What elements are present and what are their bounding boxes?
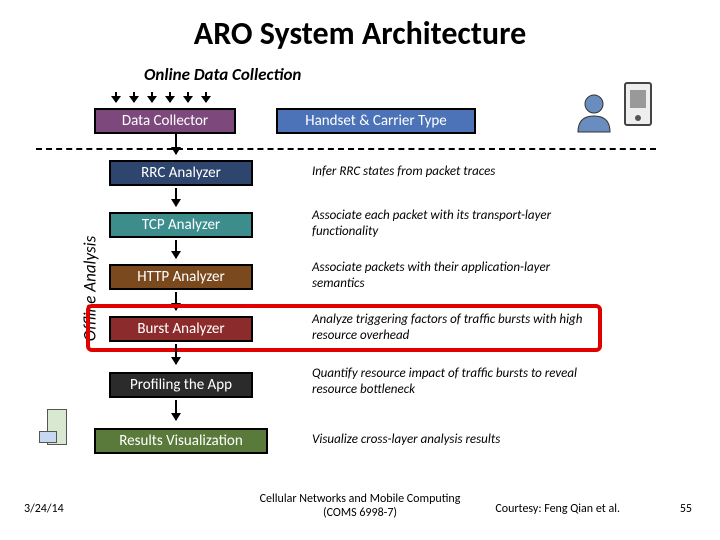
desc-tcp: Associate each packet with its transport… bbox=[312, 208, 602, 239]
box-label: Data Collector bbox=[122, 112, 208, 130]
user-icon bbox=[572, 90, 616, 134]
box-http-analyzer: HTTP Analyzer bbox=[109, 264, 253, 290]
box-data-collector: Data Collector bbox=[94, 108, 236, 134]
desc-profiling: Quantify resource impact of traffic burs… bbox=[312, 366, 612, 397]
slide-title: ARO System Architecture bbox=[0, 14, 720, 53]
server-icon bbox=[39, 409, 73, 459]
box-label: RRC Analyzer bbox=[141, 164, 221, 182]
box-handset-carrier: Handset & Carrier Type bbox=[276, 108, 476, 134]
desc-results: Visualize cross-layer analysis results bbox=[312, 432, 612, 448]
arrows-to-data-collector bbox=[116, 92, 206, 102]
section-label-offline: Offline Analysis bbox=[66, 168, 90, 408]
box-results: Results Visualization bbox=[94, 428, 268, 454]
box-profiling: Profiling the App bbox=[109, 372, 253, 398]
box-rrc-analyzer: RRC Analyzer bbox=[109, 160, 253, 186]
box-label: Profiling the App bbox=[130, 376, 232, 394]
footer-courtesy: Courtesy: Feng Qian et al. bbox=[495, 502, 620, 516]
slide: ARO System Architecture Online Data Coll… bbox=[0, 0, 720, 540]
box-label: TCP Analyzer bbox=[142, 216, 220, 234]
box-label: HTTP Analyzer bbox=[137, 268, 224, 286]
desc-http: Associate packets with their application… bbox=[312, 260, 602, 291]
phone-icon bbox=[624, 82, 652, 126]
highlight-burst-analyzer bbox=[86, 304, 602, 352]
section-label-online: Online Data Collection bbox=[144, 64, 301, 85]
box-tcp-analyzer: TCP Analyzer bbox=[109, 212, 253, 238]
slide-footer: 3/24/14 Cellular Networks and Mobile Com… bbox=[0, 488, 720, 528]
footer-page-number: 55 bbox=[680, 502, 692, 516]
online-offline-divider bbox=[36, 148, 656, 150]
desc-rrc: Infer RRC states from packet traces bbox=[312, 164, 582, 180]
box-label: Results Visualization bbox=[119, 432, 242, 450]
box-label: Handset & Carrier Type bbox=[305, 112, 447, 130]
architecture-diagram: Online Data Collection Data Collector Ha… bbox=[76, 64, 656, 484]
